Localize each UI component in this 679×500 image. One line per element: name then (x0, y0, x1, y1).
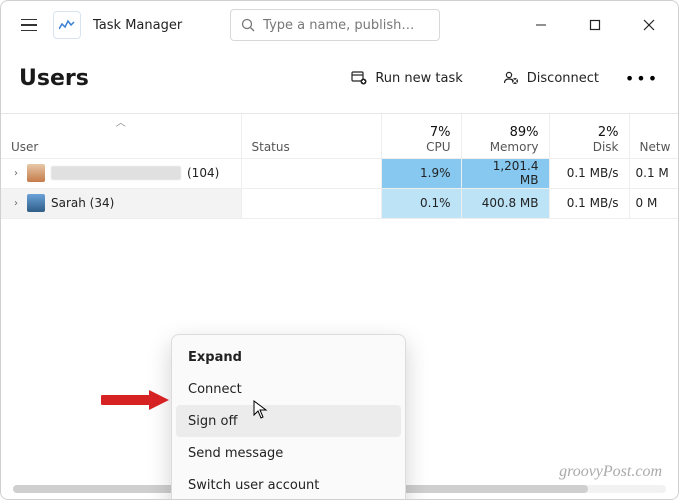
cell-disk: 0.1 MB/s (549, 158, 629, 188)
table-row[interactable]: › (104) 1.9% 1,201.4 MB 0.1 MB/s 0.1 M (1, 158, 678, 188)
ctx-switch-user[interactable]: Switch user account (172, 469, 405, 499)
disconnect-button[interactable]: Disconnect (488, 61, 614, 95)
search-icon (241, 18, 255, 32)
context-menu: Expand Connect Sign off Send message Swi… (171, 334, 406, 499)
app-icon (53, 11, 81, 39)
disconnect-label: Disconnect (527, 71, 599, 86)
toolbar: Run new task Disconnect ••• (336, 61, 660, 95)
cell-memory: 1,201.4 MB (461, 158, 549, 188)
cell-cpu: 0.1% (381, 188, 461, 218)
more-icon: ••• (625, 69, 659, 88)
app-title: Task Manager (93, 18, 182, 33)
ctx-connect[interactable]: Connect (172, 373, 405, 405)
cell-memory: 400.8 MB (461, 188, 549, 218)
cell-disk: 0.1 MB/s (549, 188, 629, 218)
menu-icon[interactable] (13, 9, 45, 41)
col-memory[interactable]: 89% Memory (461, 114, 549, 158)
cell-network: 0 M (629, 188, 678, 218)
col-network[interactable]: Netw (629, 114, 678, 158)
ctx-expand[interactable]: Expand (172, 341, 405, 373)
maximize-button[interactable] (572, 9, 618, 41)
users-table-wrap: ︿ User Status 7% CPU 89% Memory (1, 114, 678, 499)
user-process-count: (104) (187, 166, 219, 180)
run-new-task-button[interactable]: Run new task (336, 61, 477, 95)
cell-cpu: 1.9% (381, 158, 461, 188)
col-user[interactable]: ︿ User (1, 114, 241, 158)
table-row[interactable]: › Sarah (34) 0.1% 400.8 MB 0.1 MB/s 0 M (1, 188, 678, 218)
close-button[interactable] (626, 9, 672, 41)
users-table: ︿ User Status 7% CPU 89% Memory (1, 114, 678, 219)
avatar (27, 194, 45, 212)
run-task-icon (351, 70, 367, 86)
minimize-button[interactable] (518, 9, 564, 41)
page-title: Users (19, 66, 89, 91)
search-placeholder: Type a name, publish… (263, 18, 414, 33)
ctx-sign-off[interactable]: Sign off (176, 405, 401, 437)
cell-network: 0.1 M (629, 158, 678, 188)
cursor-icon (253, 400, 269, 420)
col-cpu[interactable]: 7% CPU (381, 114, 461, 158)
task-manager-window: Task Manager Type a name, publish… Users (0, 0, 679, 500)
disconnect-icon (503, 70, 519, 86)
sort-indicator-icon: ︿ (116, 114, 126, 129)
cell-status (241, 158, 381, 188)
col-status[interactable]: Status (241, 114, 381, 158)
search-input[interactable]: Type a name, publish… (230, 9, 440, 41)
chevron-right-icon[interactable]: › (11, 198, 21, 209)
user-name-redacted (51, 166, 181, 180)
user-name: Sarah (34) (51, 196, 114, 210)
run-new-task-label: Run new task (375, 71, 462, 86)
avatar (27, 164, 45, 182)
watermark: groovyPost.com (559, 463, 662, 481)
more-button[interactable]: ••• (624, 61, 660, 95)
chevron-right-icon[interactable]: › (11, 168, 21, 179)
titlebar: Task Manager Type a name, publish… (1, 1, 678, 49)
page-header: Users Run new task (1, 49, 678, 114)
cell-status (241, 188, 381, 218)
col-disk[interactable]: 2% Disk (549, 114, 629, 158)
ctx-send-message[interactable]: Send message (172, 437, 405, 469)
annotation-arrow-icon (101, 388, 171, 412)
